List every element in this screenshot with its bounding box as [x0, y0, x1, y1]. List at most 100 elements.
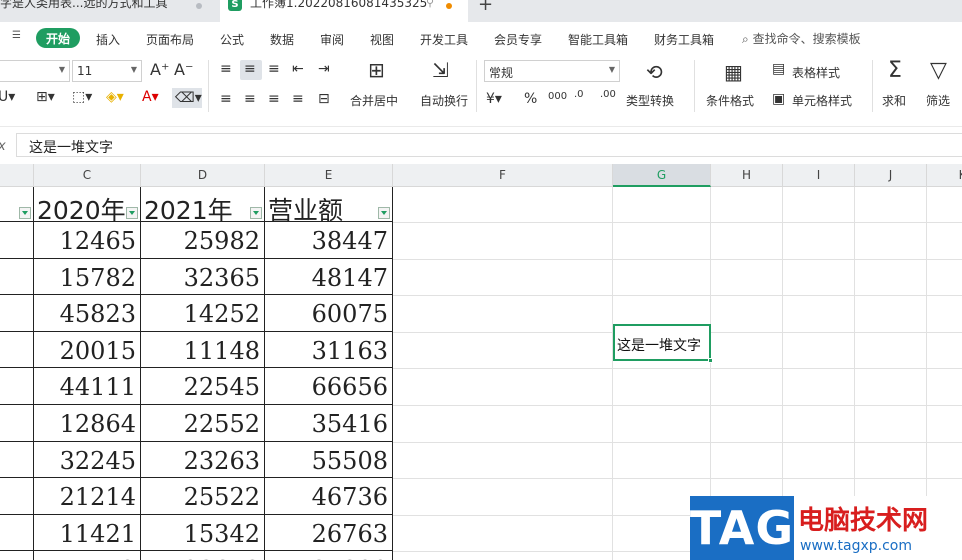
- table-header-cell[interactable]: 2020年: [34, 187, 141, 225]
- align-left-icon[interactable]: ≡: [220, 92, 232, 106]
- table-cell[interactable]: 38447: [265, 222, 393, 259]
- table-cell[interactable]: 35416: [265, 405, 393, 442]
- menu-tab-view[interactable]: 视图: [370, 31, 394, 48]
- column-header-b[interactable]: [0, 164, 34, 187]
- table-cell[interactable]: 15342: [141, 514, 265, 552]
- decrease-font-icon[interactable]: A⁻: [174, 62, 193, 78]
- table-cell[interactable]: 44111: [34, 368, 141, 405]
- increase-font-icon[interactable]: A⁺: [150, 62, 169, 78]
- table-cell[interactable]: 26763: [265, 514, 393, 552]
- table-cell[interactable]: 12864: [34, 405, 141, 442]
- filter-dropdown-icon[interactable]: [250, 207, 262, 219]
- table-cell[interactable]: 32245: [34, 441, 141, 479]
- table-cell[interactable]: 22545: [141, 368, 265, 405]
- menu-tab-start[interactable]: 开始: [36, 28, 80, 48]
- table-cell[interactable]: 66656: [265, 368, 393, 405]
- tab-workbook[interactable]: S 工作簿1.20220816081435325 ⚲: [220, 0, 468, 22]
- fill-color-icon[interactable]: ◈▾: [106, 90, 124, 104]
- decrease-decimal-icon[interactable]: .00: [600, 90, 616, 100]
- font-size-select[interactable]: 11 ▼: [72, 60, 142, 82]
- filter-icon[interactable]: ▽: [930, 60, 947, 82]
- percent-icon[interactable]: %: [524, 92, 537, 106]
- formula-input[interactable]: 这是一堆文字: [16, 133, 962, 157]
- align-bottom-icon[interactable]: ≡: [268, 62, 280, 76]
- underline-icon[interactable]: U▾: [0, 90, 15, 104]
- align-center-icon[interactable]: ≡: [244, 92, 256, 106]
- table-cell[interactable]: 11148: [141, 331, 265, 369]
- filter-button[interactable]: 筛选: [926, 92, 950, 109]
- fill-pattern-icon[interactable]: ⬚▾: [72, 90, 92, 104]
- pin-icon[interactable]: ⚲: [426, 0, 434, 9]
- table-cell[interactable]: 32365: [141, 258, 265, 296]
- font-family-select[interactable]: ▼: [0, 60, 70, 82]
- table-cell[interactable]: 15782: [34, 258, 141, 296]
- table-header-cell[interactable]: [0, 187, 34, 222]
- column-header-k[interactable]: K: [927, 164, 962, 187]
- column-header-d[interactable]: D: [141, 164, 265, 187]
- table-style-button[interactable]: 表格样式: [792, 64, 840, 81]
- menu-tab-data[interactable]: 数据: [270, 31, 294, 48]
- sum-icon[interactable]: Σ: [888, 60, 902, 82]
- column-header-g[interactable]: G: [613, 164, 711, 187]
- menu-tab-developer[interactable]: 开发工具: [420, 31, 468, 48]
- table-header-cell[interactable]: 营业额: [265, 187, 393, 225]
- menu-tab-insert[interactable]: 插入: [96, 31, 120, 48]
- column-header-e[interactable]: E: [265, 164, 393, 187]
- menu-tab-review[interactable]: 审阅: [320, 31, 344, 48]
- table-cell[interactable]: 11421: [34, 514, 141, 552]
- table-cell[interactable]: 22552: [141, 405, 265, 442]
- menu-tab-member[interactable]: 会员专享: [494, 31, 542, 48]
- type-convert-icon[interactable]: ⟲: [646, 62, 663, 82]
- merge-center-icon[interactable]: ⊞: [368, 60, 385, 80]
- table-cell[interactable]: [0, 222, 34, 259]
- fill-handle[interactable]: [708, 358, 713, 363]
- increase-decimal-icon[interactable]: .0: [574, 90, 584, 100]
- column-header-i[interactable]: I: [783, 164, 855, 187]
- thousands-separator-icon[interactable]: 000: [548, 92, 567, 102]
- column-header-j[interactable]: J: [855, 164, 927, 187]
- table-cell[interactable]: 37800: [265, 551, 393, 560]
- menu-tab-page-layout[interactable]: 页面布局: [146, 31, 194, 48]
- table-cell[interactable]: 14252: [141, 295, 265, 332]
- table-cell[interactable]: 45823: [34, 295, 141, 332]
- border-icon[interactable]: ⊞▾: [36, 90, 55, 104]
- font-color-icon[interactable]: A▾: [142, 90, 159, 104]
- conditional-format-icon[interactable]: ▦: [724, 62, 743, 82]
- currency-icon[interactable]: ¥▾: [486, 92, 502, 106]
- table-cell[interactable]: 46736: [265, 478, 393, 515]
- table-cell[interactable]: 20015: [34, 331, 141, 369]
- distributed-icon[interactable]: ⊟: [318, 92, 330, 106]
- justify-icon[interactable]: ≡: [292, 92, 304, 106]
- wrap-text-icon[interactable]: ⇲: [432, 60, 449, 80]
- column-header-c[interactable]: C: [34, 164, 141, 187]
- filter-dropdown-icon[interactable]: [378, 207, 390, 219]
- menu-tab-finance-tools[interactable]: 财务工具箱: [654, 31, 714, 48]
- conditional-format-button[interactable]: 条件格式: [706, 92, 754, 109]
- cell-style-button[interactable]: 单元格样式: [792, 92, 852, 109]
- column-header-f[interactable]: F: [393, 164, 613, 187]
- table-header-cell[interactable]: 2021年: [141, 187, 265, 225]
- tab-document[interactable]: 文字是人类用表...远的方式和工具: [0, 0, 218, 22]
- menu-tab-formula[interactable]: 公式: [220, 31, 244, 48]
- table-cell[interactable]: 23658: [141, 551, 265, 560]
- command-search[interactable]: ⌕ 查找命令、搜索模板: [742, 30, 861, 47]
- merge-center-button[interactable]: 合并居中: [350, 92, 398, 109]
- menu-collapse-chevron-icon[interactable]: ☰: [12, 30, 21, 41]
- table-cell[interactable]: [0, 331, 34, 369]
- table-cell[interactable]: 23263: [141, 441, 265, 479]
- table-cell[interactable]: 55508: [265, 441, 393, 479]
- align-right-icon[interactable]: ≡: [268, 92, 280, 106]
- eraser-icon[interactable]: ⌫▾: [172, 88, 202, 108]
- fx-icon[interactable]: x: [0, 139, 6, 154]
- menu-tab-smart-tools[interactable]: 智能工具箱: [568, 31, 628, 48]
- table-cell[interactable]: [0, 514, 34, 552]
- align-top-icon[interactable]: ≡: [220, 62, 232, 76]
- table-cell[interactable]: 48147: [265, 258, 393, 296]
- type-convert-button[interactable]: 类型转换: [626, 92, 674, 109]
- align-middle-icon[interactable]: ≡: [244, 62, 256, 76]
- table-cell[interactable]: [0, 441, 34, 479]
- indent-increase-icon[interactable]: ⇥: [318, 62, 330, 76]
- number-format-select[interactable]: 常规 ▼: [484, 60, 620, 82]
- table-cell[interactable]: [0, 368, 34, 405]
- selected-cell-g5[interactable]: 这是一堆文字: [613, 324, 713, 363]
